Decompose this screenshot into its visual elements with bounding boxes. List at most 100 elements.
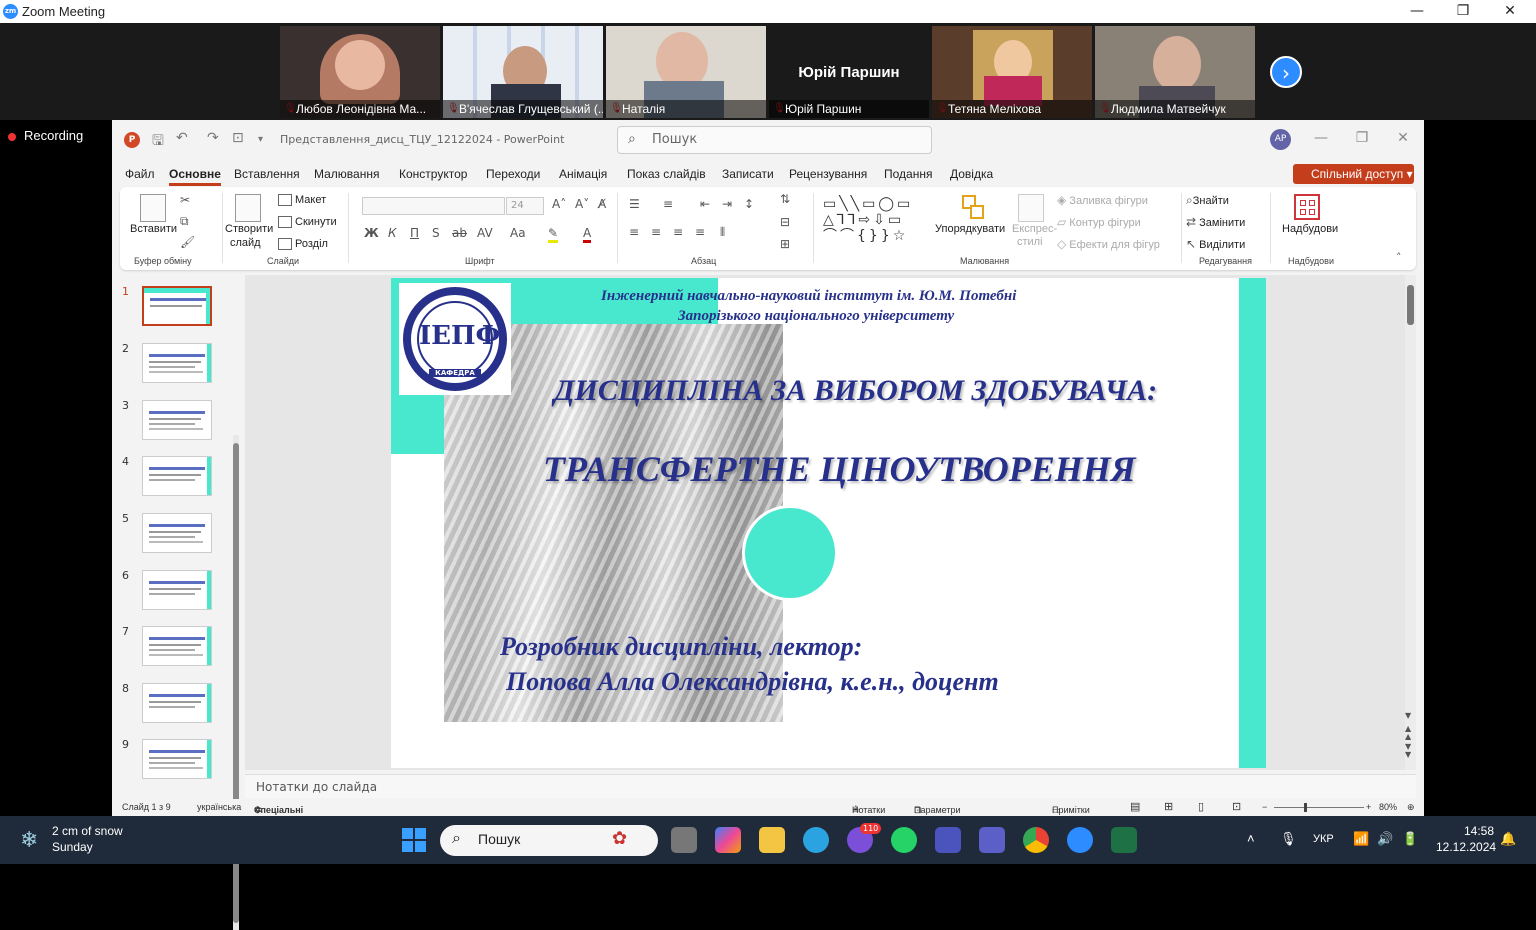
slide-scroll-thumb[interactable] [1407,285,1414,325]
spacing-icon[interactable]: AV [477,226,493,240]
font-size-select[interactable]: 24 [506,197,544,215]
taskbar-search-input[interactable]: ⌕ Пошук ✿ [440,825,658,856]
layout-button[interactable]: Макет [278,194,326,207]
teams-icon[interactable] [935,827,961,853]
close-button[interactable]: ✕ [1500,2,1520,20]
tab-transitions[interactable]: Переходи [486,167,540,181]
shadow-icon[interactable]: S [432,226,440,240]
new-slide-icon[interactable] [235,194,261,222]
start-slideshow-icon[interactable]: ⊡ [232,130,244,146]
prev-slide-icon[interactable]: ▲ ▲ [1405,725,1411,741]
slideshow-view-icon[interactable]: ⊡ [1232,800,1241,813]
shape-effects-button[interactable]: ◇ Ефекти для фігур [1057,237,1160,251]
quick-styles-label-1[interactable]: Експрес- [1012,223,1057,235]
increase-indent-icon[interactable]: ⇥ [722,197,732,211]
shrink-font-icon[interactable]: A˅ [575,197,589,211]
slide-sorter-icon[interactable]: ⊞ [1164,800,1173,813]
chrome-icon[interactable] [1023,827,1049,853]
slide-thumbnail-9[interactable] [142,739,212,779]
participant-tile[interactable]: 🎙 Людмила Матвейчук [1095,26,1255,118]
tab-slideshow[interactable]: Показ слайдів [627,167,706,181]
user-avatar[interactable]: АР [1270,129,1291,150]
tab-home[interactable]: Основне [169,167,221,186]
normal-view-icon[interactable]: ▤ [1130,800,1140,813]
arrange-button[interactable]: Упорядкувати [935,223,1005,235]
tab-file[interactable]: Файл [125,167,155,181]
share-button[interactable]: Спільний доступ ▾ [1293,164,1414,184]
show-hidden-icons[interactable]: ˄ [1247,831,1255,846]
text-direction-icon[interactable]: ⇅ [780,192,790,206]
file-explorer-icon[interactable] [759,827,785,853]
find-button[interactable]: ⌕Знайти [1186,193,1229,208]
shape-fill-button[interactable]: ◈ Заливка фігури [1057,193,1148,207]
minimize-button[interactable]: — [1407,2,1427,20]
bold-icon[interactable]: Ж [364,226,379,240]
notes-pane[interactable]: Нотатки до слайда [245,774,1416,798]
paste-icon[interactable] [140,194,166,222]
bullets-icon[interactable]: ☰ [629,197,640,211]
tab-view[interactable]: Подання [884,167,932,181]
slide-thumbnail-1[interactable] [142,286,212,326]
change-case-icon[interactable]: Aa [510,226,526,240]
arrange-icon[interactable] [960,195,988,223]
smartart-icon[interactable]: ⊞ [780,237,790,251]
language-indicator[interactable]: українська [197,802,241,812]
telegram-icon[interactable] [803,827,829,853]
slide-thumbnail-4[interactable] [142,456,212,496]
replace-button[interactable]: ⇄ Замінити [1186,215,1245,229]
tab-help[interactable]: Довідка [950,167,993,181]
zoom-level[interactable]: 80% [1379,802,1397,812]
participant-tile[interactable]: 🎙 Наталія [606,26,766,118]
keyboard-language[interactable]: УКР [1313,833,1334,845]
zoom-app-icon[interactable] [1067,827,1093,853]
copy-icon[interactable]: ⧉ [180,214,189,229]
save-icon[interactable]: 🖫 [152,130,164,154]
copilot-icon[interactable] [715,827,741,853]
next-slide-icon[interactable]: ▼ ▼ [1405,743,1411,759]
quick-styles-label-2[interactable]: стилі [1017,236,1043,248]
task-view-icon[interactable] [671,827,697,853]
align-center-icon[interactable]: ≡ [651,225,661,239]
zoom-out-icon[interactable]: − [1262,802,1267,812]
zoom-slider-thumb[interactable] [1304,803,1307,812]
reading-view-icon[interactable]: ▯ [1198,800,1204,813]
slide-thumbnail-7[interactable] [142,626,212,666]
new-slide-label-2[interactable]: слайд [230,237,261,249]
windows-start-icon[interactable] [402,828,426,852]
slide-thumbnail-6[interactable] [142,570,212,610]
align-text-icon[interactable]: ⊟ [780,215,790,229]
zoom-in-icon[interactable]: + [1366,802,1371,812]
participant-tile-speaking[interactable]: 🎙 В'ячеслав Глущевський (... [443,26,603,118]
participant-tile[interactable]: 🎙 Тетяна Меліхова [932,26,1092,118]
microphone-icon[interactable]: 🎙 [1280,831,1297,847]
underline-icon[interactable]: П [410,226,419,240]
format-painter-icon[interactable]: 🖌 [180,235,195,249]
tab-review[interactable]: Рецензування [789,167,867,181]
quick-styles-icon[interactable] [1018,194,1044,222]
ppt-search-input[interactable]: ⌕ Пошук [617,126,932,154]
ppt-close-button[interactable]: ✕ [1393,130,1413,146]
addins-icon[interactable] [1294,194,1320,220]
undo-icon[interactable]: ↶ [176,130,188,146]
shapes-gallery[interactable]: ▭╲╲▭◯▭ △⅂⅂⇨⇩▭ ⌒⌒{}}☆ [823,196,929,244]
select-button[interactable]: ↖ Виділити [1186,237,1245,251]
participant-tile[interactable]: Юрій Паршин 🎙 Юрій Паршин [769,26,929,118]
new-slide-label-1[interactable]: Створити [225,223,273,235]
zoom-slider[interactable] [1274,807,1364,808]
paste-button[interactable]: Вставити [130,223,177,235]
addins-button[interactable]: Надбудови [1282,223,1338,235]
teams-work-icon[interactable] [979,827,1005,853]
weather-widget[interactable]: 2 cm of snow Sunday [52,824,123,854]
wifi-icon[interactable]: 📶 [1353,831,1369,847]
cut-icon[interactable]: ✂ [180,193,190,207]
highlight-icon[interactable]: ✎ [548,226,559,243]
slide-scrollbar[interactable]: ▼ ▲ ▲ ▼ ▼ [1405,275,1416,770]
justify-icon[interactable]: ≡ [695,225,705,239]
slide-thumbnail-3[interactable] [142,400,212,440]
line-spacing-icon[interactable]: ↕ [744,197,754,211]
font-family-select[interactable] [362,197,505,215]
maximize-button[interactable]: ❐ [1453,2,1473,20]
excel-icon[interactable] [1111,827,1137,853]
next-participants-button[interactable]: › [1270,56,1302,88]
participant-tile[interactable]: 🎙 Любов Леонідівна Ма... [280,26,440,118]
